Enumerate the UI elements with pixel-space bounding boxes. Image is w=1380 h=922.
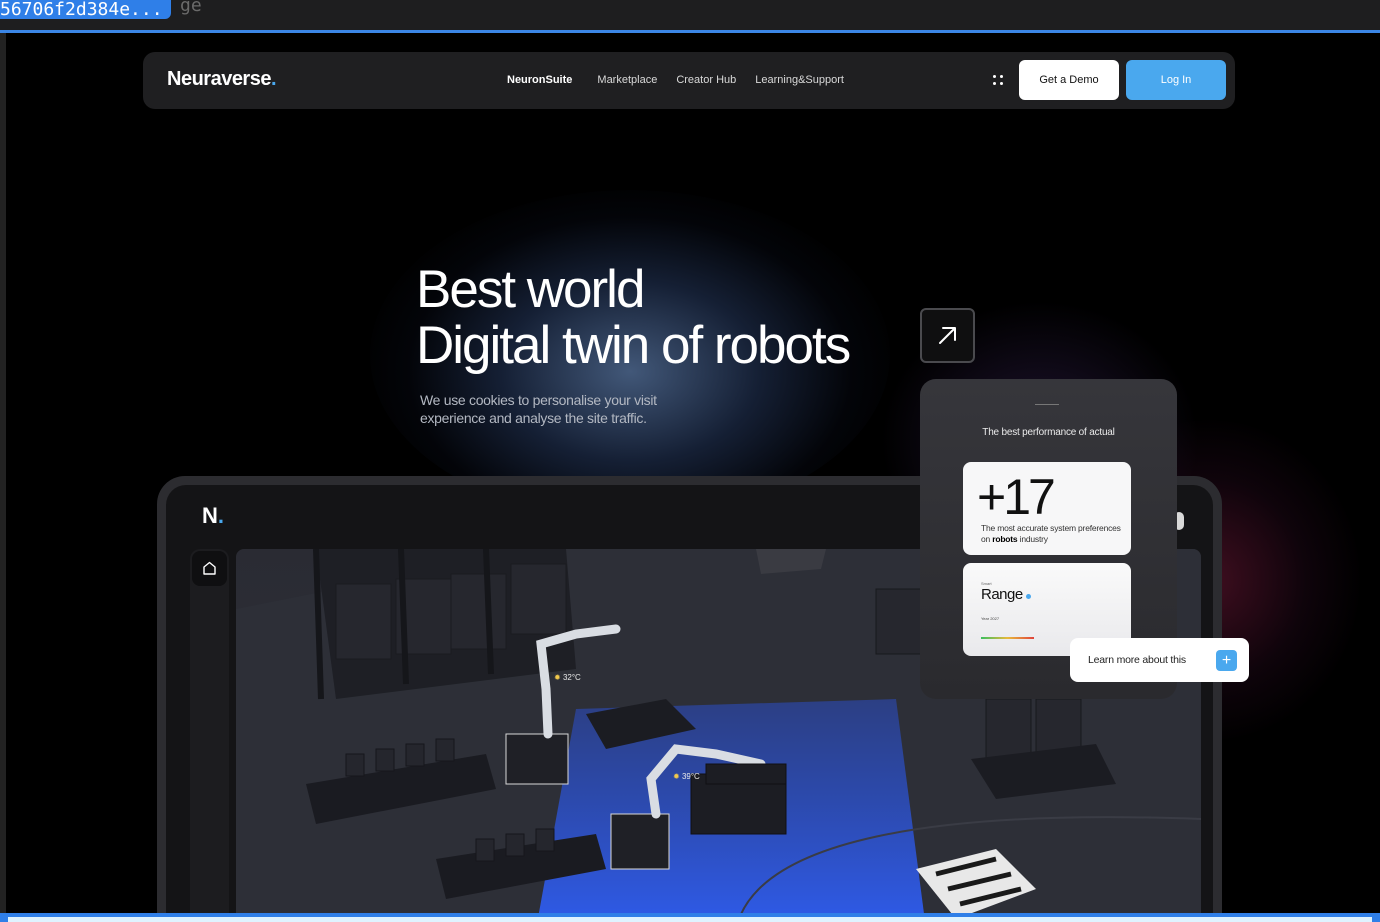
file-tag-suffix: ge (180, 0, 202, 16)
temperature-label: 39°C (673, 772, 700, 781)
nav-link-creator-hub[interactable]: Creator Hub (676, 74, 736, 86)
nav-links: NeuronSuite Marketplace Creator Hub Lear… (507, 74, 863, 86)
performance-card-title: The best performance of actual (982, 427, 1115, 438)
get-demo-button[interactable]: Get a Demo (1019, 60, 1119, 100)
hero-title: Best world Digital twin of robots (416, 260, 851, 375)
temperature-label: 32°C (554, 673, 581, 682)
brand-logo-text: Neuraverse (167, 68, 271, 90)
brand-logo[interactable]: Neuraverse. (167, 68, 277, 91)
plus-button[interactable]: + (1216, 650, 1237, 671)
home-icon (203, 561, 216, 575)
nav-link-learning-support[interactable]: Learning&Support (755, 74, 844, 86)
arrow-up-right-button[interactable] (920, 308, 975, 363)
drag-handle[interactable] (1035, 404, 1059, 405)
learn-more-pill[interactable]: Learn more about this + (1070, 638, 1249, 682)
dashboard-logo-dot: . (217, 503, 225, 528)
stat-card: +17 The most accurate system preferences… (963, 462, 1131, 555)
dashboard-logo[interactable]: N. (202, 503, 224, 529)
nav-link-neuronsuite[interactable]: NeuronSuite (507, 74, 572, 86)
nav-link-marketplace[interactable]: Marketplace (597, 74, 657, 86)
range-title: Range (981, 586, 1031, 603)
dashboard-sidebar (190, 549, 229, 915)
range-gradient-bar (981, 637, 1034, 639)
stat-desc-bold: robots (992, 534, 1018, 544)
arrow-up-right-icon (939, 327, 956, 344)
hero-title-line2: Digital twin of robots (416, 316, 851, 375)
apps-grid-icon[interactable] (992, 74, 1004, 86)
browser-top-strip (0, 0, 1380, 30)
brand-logo-dot: . (270, 68, 277, 90)
hero-subtitle: We use cookies to personalise your visit… (420, 392, 657, 426)
home-button[interactable] (192, 551, 227, 586)
stat-value: +17 (977, 469, 1056, 525)
stat-description: The most accurate system preferences on … (981, 523, 1121, 545)
stat-desc-text-end: industry (1017, 534, 1048, 544)
learn-more-label: Learn more about this (1088, 654, 1186, 666)
hero-title-line1: Best world (416, 260, 645, 319)
dashboard-logo-text: N (202, 503, 218, 528)
file-tag[interactable]: 56706f2d384e... (0, 0, 171, 19)
selection-border-bottom (0, 913, 1380, 922)
top-navbar: Neuraverse. NeuronSuite Marketplace Crea… (143, 52, 1235, 109)
range-year: Year 2027 (981, 616, 1000, 621)
login-button[interactable]: Log In (1126, 60, 1226, 100)
